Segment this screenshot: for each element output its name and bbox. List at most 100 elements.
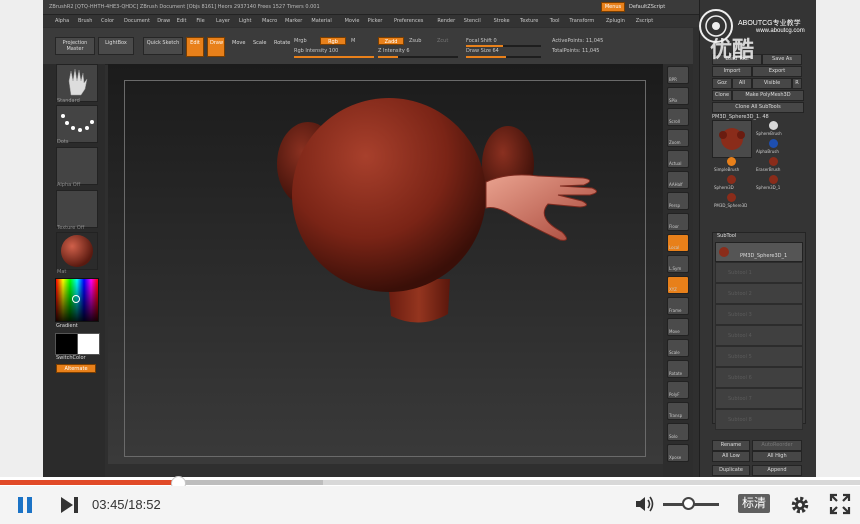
mrgb-toggle[interactable]: Mrgb — [294, 38, 307, 44]
menu-item-movie[interactable]: Movie — [345, 18, 360, 24]
gear-icon[interactable] — [789, 494, 811, 516]
menu-item-marker[interactable]: Marker — [285, 18, 302, 24]
focal-shift-slider[interactable] — [466, 45, 541, 47]
right-shelf-persp-button[interactable]: Persp — [667, 192, 689, 210]
switch-color-button[interactable]: SwitchColor — [56, 355, 86, 361]
right-shelf-zoom-button[interactable]: Zoom — [667, 129, 689, 147]
lightbox-button[interactable]: LightBox — [98, 37, 134, 55]
right-shelf-bpr-button[interactable]: BPR — [667, 66, 689, 84]
tool-thumb-alphabrush[interactable]: AlphaBrush — [754, 138, 794, 155]
menus-button[interactable]: Menus — [601, 2, 625, 12]
clone-button[interactable]: Clone — [712, 90, 732, 101]
right-shelf-actual-button[interactable]: Actual — [667, 150, 689, 168]
menu-item-texture[interactable]: Texture — [520, 18, 538, 24]
material-slot[interactable] — [56, 232, 98, 270]
rgb-intensity-slider[interactable] — [294, 56, 374, 58]
menu-item-layer[interactable]: Layer — [216, 18, 230, 24]
all-low-button[interactable]: All Low — [712, 451, 750, 462]
tool-thumb-pm3d_sphere3d[interactable]: PM3D_Sphere3D — [712, 192, 752, 209]
zsub-toggle[interactable]: Zsub — [409, 38, 421, 44]
scale-button[interactable]: Scale — [250, 37, 268, 57]
color-picker[interactable] — [55, 278, 99, 322]
fullscreen-icon[interactable] — [829, 493, 851, 515]
tool-thumb-spherebrush[interactable]: SphereBrush — [754, 120, 794, 137]
quick-sketch-button[interactable]: Quick Sketch — [143, 37, 183, 55]
menu-item-stencil[interactable]: Stencil — [464, 18, 481, 24]
tool-thumb-simplebrush[interactable]: SimpleBrush — [712, 156, 752, 173]
tool-thumb-sphere3d[interactable]: Sphere3D — [712, 174, 752, 191]
menu-item-tool[interactable]: Tool — [550, 18, 560, 24]
subtool-slot[interactable]: Subtool 7 — [715, 388, 803, 409]
right-shelf-local-button[interactable]: Local — [667, 234, 689, 252]
visible-button[interactable]: Visible — [752, 78, 792, 89]
subtool-slot[interactable]: Subtool 2 — [715, 283, 803, 304]
menu-item-render[interactable]: Render — [437, 18, 455, 24]
draw-size-slider[interactable] — [466, 56, 541, 58]
r-button[interactable]: R — [792, 78, 802, 89]
append-button[interactable]: Append — [752, 465, 802, 476]
right-shelf-spix-button[interactable]: SPix — [667, 87, 689, 105]
export-button[interactable]: Export — [752, 66, 802, 77]
right-shelf-xyz-button[interactable]: XYZ — [667, 276, 689, 294]
right-shelf-lsym-button[interactable]: L.Sym — [667, 255, 689, 273]
gradient-label[interactable]: Gradient — [56, 323, 78, 329]
menu-item-document[interactable]: Document — [124, 18, 150, 24]
right-shelf-polyf-button[interactable]: PolyF — [667, 381, 689, 399]
right-shelf-scroll-button[interactable]: Scroll — [667, 108, 689, 126]
menu-item-macro[interactable]: Macro — [262, 18, 277, 24]
goz-all-button[interactable]: All — [732, 78, 752, 89]
quality-button[interactable]: 标清 — [738, 494, 770, 513]
menu-item-zplugin[interactable]: Zplugin — [606, 18, 625, 24]
brush-slot[interactable] — [56, 64, 98, 102]
right-shelf-move-button[interactable]: Move — [667, 318, 689, 336]
subtool-slot[interactable]: Subtool 3 — [715, 304, 803, 325]
primary-color-swatch[interactable] — [55, 333, 78, 355]
subtool-item[interactable]: PM3D_Sphere3D_1 — [715, 242, 803, 262]
menu-item-alpha[interactable]: Alpha — [55, 18, 69, 24]
subtool-slot[interactable]: Subtool 5 — [715, 346, 803, 367]
right-shelf-frame-button[interactable]: Frame — [667, 297, 689, 315]
move-button[interactable]: Move — [229, 37, 247, 57]
stroke-slot[interactable] — [56, 105, 98, 143]
right-shelf-transp-button[interactable]: Transp — [667, 402, 689, 420]
menu-item-material[interactable]: Material — [311, 18, 331, 24]
current-tool-thumbnail[interactable] — [712, 120, 752, 158]
autoreorder-button[interactable]: AutoReorder — [752, 440, 802, 451]
subtool-slot[interactable]: Subtool 6 — [715, 367, 803, 388]
volume-handle[interactable] — [682, 497, 695, 510]
m-toggle[interactable]: M — [351, 38, 355, 44]
volume-icon[interactable] — [634, 494, 656, 514]
rename-button[interactable]: Rename — [712, 440, 750, 451]
rgb-toggle[interactable]: Rgb — [320, 37, 346, 45]
z-intensity-slider[interactable] — [378, 56, 458, 58]
default-zscript-label[interactable]: DefaultZScript — [629, 4, 665, 10]
subtool-slot[interactable]: Subtool 8 — [715, 409, 803, 430]
subtool-slot[interactable]: Subtool 1 — [715, 262, 803, 283]
zadd-toggle[interactable]: Zadd — [378, 37, 404, 45]
right-shelf-rotate-button[interactable]: Rotate — [667, 360, 689, 378]
duplicate-button[interactable]: Duplicate — [712, 465, 750, 476]
document-viewport[interactable] — [108, 64, 663, 464]
secondary-color-swatch[interactable] — [77, 333, 100, 355]
right-shelf-floor-button[interactable]: Floor — [667, 213, 689, 231]
rotate-button[interactable]: Rotate — [271, 37, 290, 57]
menu-item-color[interactable]: Color — [101, 18, 114, 24]
menu-item-draw[interactable]: Draw — [157, 18, 170, 24]
head-model[interactable] — [108, 64, 663, 464]
subtool-slot[interactable]: Subtool 4 — [715, 325, 803, 346]
right-shelf-scale-button[interactable]: Scale — [667, 339, 689, 357]
zcut-toggle[interactable]: Zcut — [437, 38, 448, 44]
goz-button[interactable]: Goz — [712, 78, 732, 89]
import-button[interactable]: Import — [712, 66, 752, 77]
edit-button[interactable]: Edit — [186, 37, 204, 57]
right-shelf-xpose-button[interactable]: Xpose — [667, 444, 689, 462]
menu-item-transform[interactable]: Transform — [569, 18, 594, 24]
right-shelf-aahalf-button[interactable]: AAHalf — [667, 171, 689, 189]
tool-thumb-sphere3d_1[interactable]: Sphere3D_1 — [754, 174, 794, 191]
all-high-button[interactable]: All High — [752, 451, 802, 462]
make-polymesh-button[interactable]: Make PolyMesh3D — [732, 90, 804, 101]
texture-slot[interactable] — [56, 190, 98, 228]
menu-item-zscript[interactable]: Zscript — [636, 18, 653, 24]
pause-icon[interactable] — [16, 495, 34, 515]
menu-item-preferences[interactable]: Preferences — [394, 18, 423, 24]
